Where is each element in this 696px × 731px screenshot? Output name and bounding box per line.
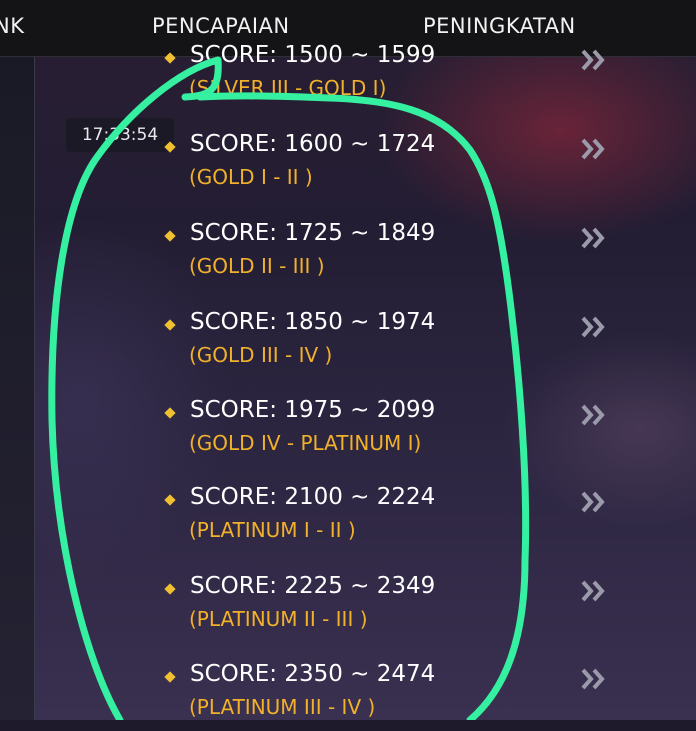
diamond-bullet-icon [164, 230, 176, 242]
double-chevron-right-icon[interactable] [580, 403, 610, 427]
tab-rank[interactable]: NK [0, 14, 24, 38]
tier-score: SCORE: 1600 ~ 1724 [190, 131, 436, 157]
tier-rank: (GOLD III - IV ) [189, 343, 333, 367]
tier-score: SCORE: 1975 ~ 2099 [190, 397, 436, 423]
tier-score: SCORE: 2100 ~ 2224 [190, 484, 436, 510]
double-chevron-right-icon[interactable] [580, 667, 610, 691]
diamond-bullet-icon [164, 319, 176, 331]
double-chevron-right-icon[interactable] [580, 137, 610, 161]
diamond-bullet-icon [164, 671, 176, 683]
tier-rank: (PLATINUM II - III ) [189, 607, 368, 631]
tier-score: SCORE: 1725 ~ 1849 [190, 220, 436, 246]
tier-rank: (GOLD I - II ) [189, 165, 313, 189]
timestamp-overlay: 17:33:54 [66, 118, 174, 152]
tier-score: SCORE: 1500 ~ 1599 [190, 42, 436, 68]
tab-pencapaian[interactable]: PENCAPAIAN [152, 14, 290, 38]
diamond-bullet-icon [164, 141, 176, 153]
double-chevron-right-icon[interactable] [580, 226, 610, 250]
tier-row[interactable]: SCORE: 1975 ~ 2099 (GOLD IV - PLATINUM I… [160, 397, 620, 467]
tier-score: SCORE: 2350 ~ 2474 [190, 661, 436, 687]
tier-rank: (SILVER III - GOLD I) [189, 76, 387, 100]
diamond-bullet-icon [164, 407, 176, 419]
diamond-bullet-icon [164, 494, 176, 506]
side-panel [0, 56, 35, 720]
tier-row[interactable]: SCORE: 2100 ~ 2224 (PLATINUM I - II ) [160, 484, 620, 554]
tier-row[interactable]: SCORE: 2350 ~ 2474 (PLATINUM III - IV ) [160, 661, 620, 731]
diamond-bullet-icon [164, 583, 176, 595]
diamond-bullet-icon [164, 52, 176, 64]
tier-rank: (GOLD IV - PLATINUM I) [189, 431, 422, 455]
tier-rank: (PLATINUM III - IV ) [189, 695, 376, 719]
double-chevron-right-icon[interactable] [580, 579, 610, 603]
tier-score: SCORE: 1850 ~ 1974 [190, 309, 436, 335]
tier-row[interactable]: SCORE: 1500 ~ 1599 (SILVER III - GOLD I) [160, 42, 620, 112]
tier-score: SCORE: 2225 ~ 2349 [190, 573, 436, 599]
tier-rank: (GOLD II - III ) [189, 254, 325, 278]
tier-row[interactable]: SCORE: 1600 ~ 1724 (GOLD I - II ) [160, 131, 620, 201]
tier-row[interactable]: SCORE: 1850 ~ 1974 (GOLD III - IV ) [160, 309, 620, 379]
tier-row[interactable]: SCORE: 2225 ~ 2349 (PLATINUM II - III ) [160, 573, 620, 643]
tab-peningkatan[interactable]: PENINGKATAN [423, 14, 576, 38]
double-chevron-right-icon[interactable] [580, 315, 610, 339]
double-chevron-right-icon[interactable] [580, 490, 610, 514]
tier-row[interactable]: SCORE: 1725 ~ 1849 (GOLD II - III ) [160, 220, 620, 290]
double-chevron-right-icon[interactable] [580, 48, 610, 72]
tier-rank: (PLATINUM I - II ) [189, 518, 356, 542]
